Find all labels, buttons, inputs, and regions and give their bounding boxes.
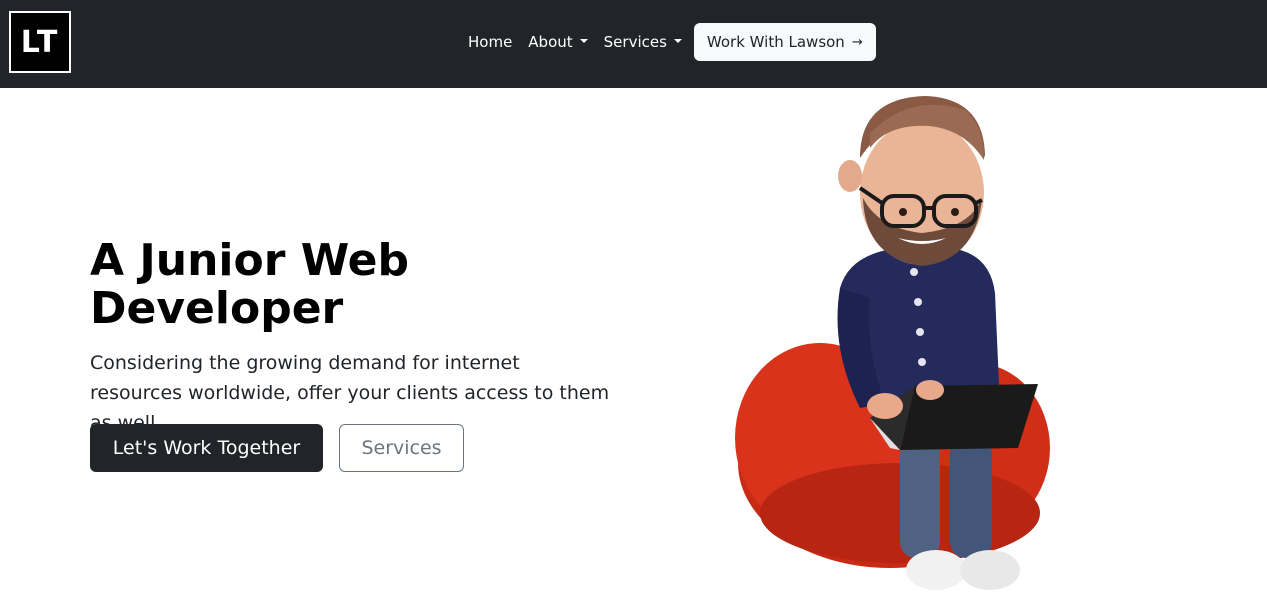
arrow-right-icon: → bbox=[851, 34, 863, 50]
developer-illustration bbox=[735, 96, 1050, 590]
caret-down-icon bbox=[579, 39, 588, 43]
main-nav: Home About Services Work With Lawson → bbox=[460, 23, 876, 61]
nav-item-services[interactable]: Services bbox=[596, 33, 690, 51]
lets-work-together-button[interactable]: Let's Work Together bbox=[90, 424, 323, 472]
services-button[interactable]: Services bbox=[339, 424, 464, 472]
caret-down-icon bbox=[673, 39, 682, 43]
hero-title: A Junior Web Developer bbox=[90, 235, 410, 334]
cta-label: Work With Lawson bbox=[706, 33, 845, 51]
brand-logo[interactable]: LT bbox=[9, 11, 71, 73]
nav-item-home[interactable]: Home bbox=[460, 33, 520, 51]
nav-item-label: Services bbox=[603, 33, 667, 51]
nav-item-label: Home bbox=[468, 33, 513, 51]
brand-logo-text: LT bbox=[20, 24, 60, 60]
nav-item-about[interactable]: About bbox=[520, 33, 595, 51]
nav-item-label: About bbox=[528, 33, 573, 51]
work-with-lawson-button[interactable]: Work With Lawson → bbox=[693, 23, 876, 61]
top-navbar: LT Home About Services Work With Lawson … bbox=[0, 0, 1267, 88]
character-head bbox=[838, 96, 985, 266]
